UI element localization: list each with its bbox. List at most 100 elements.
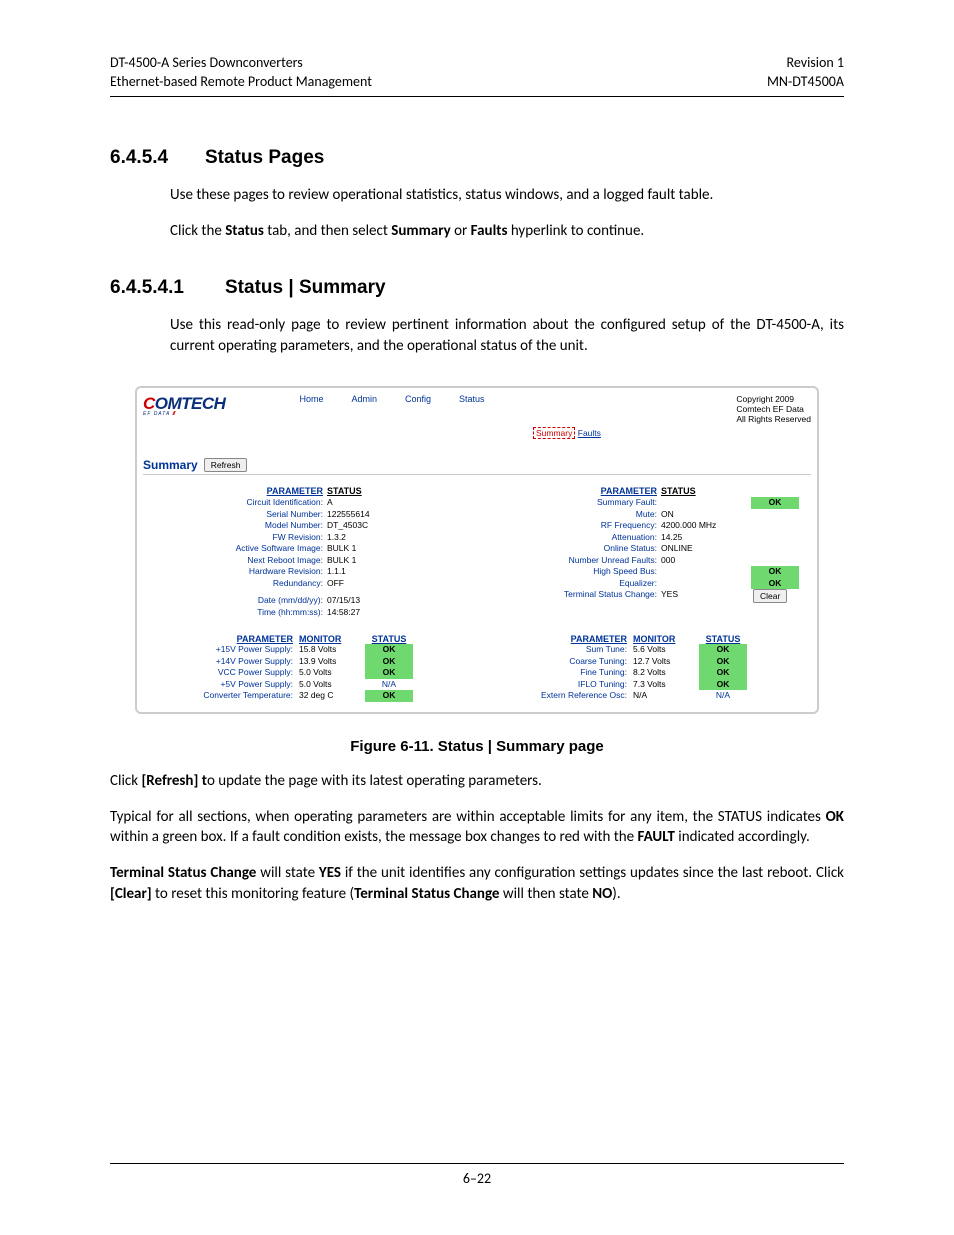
param-row: Hardware Revision:1.1.1	[143, 566, 477, 577]
param-label: Date (mm/dd/yy):	[143, 595, 327, 606]
monitor-value: 5.0 Volts	[299, 679, 359, 690]
copyright-text: Copyright 2009 Comtech EF Data All Right…	[736, 394, 811, 425]
summary-heading: Summary Refresh	[143, 458, 811, 472]
subsection-title: Status | Summary	[225, 277, 386, 298]
param-row: Model Number:DT_4503C	[143, 520, 477, 531]
status-badge: OK	[699, 679, 747, 690]
param-value: YES	[661, 589, 751, 603]
paragraph: Use these pages to review operational st…	[170, 185, 844, 205]
paragraph: Use this read-only page to review pertin…	[170, 315, 844, 356]
param-status-right: PARAMETERSTATUS Summary Fault:OKMute:ONR…	[477, 485, 811, 618]
monitor-row: +15V Power Supply:15.8 VoltsOK	[143, 644, 477, 655]
param-value: ON	[661, 509, 751, 520]
param-label: Model Number:	[143, 520, 327, 531]
param-label: Attenuation:	[477, 532, 661, 543]
status-badge: OK	[751, 497, 799, 508]
section-heading: 6.4.5.4Status Pages	[110, 147, 844, 169]
param-value: DT_4503C	[327, 520, 417, 531]
status-badge: OK	[365, 656, 413, 667]
paragraph: Terminal Status Change will state YES if…	[110, 863, 844, 904]
monitor-value: 8.2 Volts	[633, 667, 693, 678]
monitor-row: +14V Power Supply:13.9 VoltsOK	[143, 656, 477, 667]
param-label: RF Frequency:	[477, 520, 661, 531]
param-label: Next Reboot Image:	[143, 555, 327, 566]
param-label: Number Unread Faults:	[477, 555, 661, 566]
monitor-label: Converter Temperature:	[143, 690, 299, 701]
param-value	[661, 497, 751, 508]
monitor-label: IFLO Tuning:	[477, 679, 633, 690]
monitor-row: Fine Tuning:8.2 Volts OK	[477, 667, 811, 678]
monitor-right: PARAMETER MONITOR STATUS Sum Tune:5.6 Vo…	[477, 634, 811, 701]
monitor-value: 12.7 Volts	[633, 656, 693, 667]
monitor-label: Fine Tuning:	[477, 667, 633, 678]
refresh-button[interactable]: Refresh	[204, 458, 248, 472]
status-badge: OK	[751, 566, 799, 577]
status-badge: OK	[365, 644, 413, 655]
param-value: BULK 1	[327, 543, 417, 554]
status-badge: OK	[365, 667, 413, 678]
param-value	[661, 566, 751, 577]
monitor-label: VCC Power Supply:	[143, 667, 299, 678]
param-value: 122555614	[327, 509, 417, 520]
section-number: 6.4.5.4	[110, 147, 205, 169]
subtab-summary[interactable]: Summary	[533, 427, 575, 439]
subsection-number: 6.4.5.4.1	[110, 277, 225, 299]
monitor-row: Coarse Tuning:12.7 VoltsOK	[477, 656, 811, 667]
status-text: N/A	[693, 690, 753, 701]
page-header: DT-4500-A Series Downconverters Ethernet…	[110, 54, 844, 97]
monitor-left: PARAMETER MONITOR STATUS +15V Power Supp…	[143, 634, 477, 701]
param-label: Circuit Identification:	[143, 497, 327, 508]
param-row: RF Frequency:4200.000 MHz	[477, 520, 811, 531]
header-left: DT-4500-A Series Downconverters Ethernet…	[110, 54, 372, 92]
param-value: 4200.000 MHz	[661, 520, 751, 531]
status-badge: OK	[699, 667, 747, 678]
monitor-value: 13.9 Volts	[299, 656, 359, 667]
status-badge: OK	[751, 578, 799, 589]
param-label: Mute:	[477, 509, 661, 520]
param-label: Serial Number:	[143, 509, 327, 520]
param-label: Terminal Status Change:	[477, 589, 661, 603]
param-value: A	[327, 497, 417, 508]
section-title: Status Pages	[205, 147, 324, 168]
param-row: Attenuation:14.25	[477, 532, 811, 543]
tab-status[interactable]: Status	[459, 394, 485, 404]
monitor-label: +15V Power Supply:	[143, 644, 299, 655]
paragraph: Click the Status tab, and then select Su…	[170, 221, 844, 241]
monitor-row: VCC Power Supply:5.0 VoltsOK	[143, 667, 477, 678]
param-row: Terminal Status Change:YESClear	[477, 589, 811, 603]
monitor-value: N/A	[633, 690, 693, 701]
param-row: Online Status:ONLINE	[477, 543, 811, 554]
param-value	[661, 578, 751, 589]
monitor-value: 7.3 Volts	[633, 679, 693, 690]
tab-admin[interactable]: Admin	[351, 394, 377, 404]
monitor-label: Extern Reference Osc:	[477, 690, 633, 701]
figure-caption: Figure 6-11. Status | Summary page	[110, 738, 844, 755]
paragraph: Typical for all sections, when operating…	[110, 807, 844, 848]
param-row: Number Unread Faults:000	[477, 555, 811, 566]
monitor-row: Extern Reference Osc:N/AN/A	[477, 690, 811, 701]
subsection-heading: 6.4.5.4.1Status | Summary	[110, 277, 844, 299]
divider	[143, 474, 811, 475]
param-row: Active Software Image:BULK 1	[143, 543, 477, 554]
monitor-row: Sum Tune:5.6 VoltsOK	[477, 644, 811, 655]
tab-config[interactable]: Config	[405, 394, 431, 404]
header-right: Revision 1 MN-DT4500A	[767, 54, 844, 92]
param-row: Circuit Identification:A	[143, 497, 477, 508]
tab-home[interactable]: Home	[299, 394, 323, 404]
subtab-faults[interactable]: Faults	[578, 428, 601, 438]
monitor-label: Sum Tune:	[477, 644, 633, 655]
status-badge: OK	[699, 644, 747, 655]
monitor-value: 32 deg C	[299, 690, 359, 701]
param-row: Time (hh:mm:ss):14:58:27	[143, 607, 477, 618]
param-status-left: PARAMETERSTATUS Circuit Identification:A…	[143, 485, 477, 618]
param-label: Time (hh:mm:ss):	[143, 607, 327, 618]
param-value: 14.25	[661, 532, 751, 543]
param-value: 1.3.2	[327, 532, 417, 543]
brand-logo: COMTECH EF DATA /////	[143, 394, 225, 417]
param-value: BULK 1	[327, 555, 417, 566]
param-label: High Speed Bus:	[477, 566, 661, 577]
param-label: FW Revision:	[143, 532, 327, 543]
param-row: High Speed Bus: OK	[477, 566, 811, 577]
param-row: FW Revision:1.3.2	[143, 532, 477, 543]
clear-button[interactable]: Clear	[753, 589, 787, 603]
